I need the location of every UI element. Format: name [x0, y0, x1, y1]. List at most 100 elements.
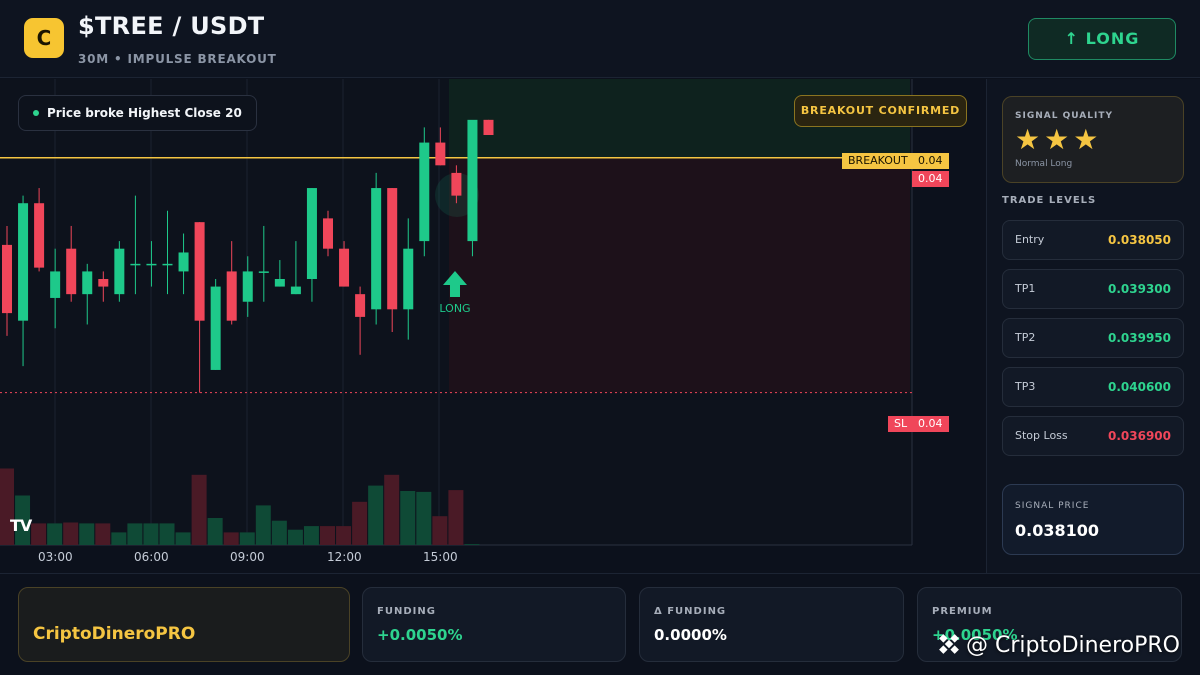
- signal-quality-card: SIGNAL QUALITY ★★★ Normal Long: [1002, 96, 1184, 183]
- long-signal-button[interactable]: ↑ LONG: [1028, 18, 1176, 60]
- funding-card: FUNDING +0.0050%: [362, 587, 626, 662]
- candle-body: [339, 248, 350, 287]
- volume-bar: [400, 491, 416, 545]
- volume-bar: [127, 523, 143, 545]
- time-axis-label: 06:00: [134, 550, 169, 564]
- candle-body: [467, 119, 478, 242]
- volume-bar: [448, 490, 464, 545]
- volume-bar: [416, 491, 432, 545]
- volume-bar: [63, 522, 79, 545]
- candle-body: [178, 252, 189, 272]
- stat-title: PREMIUM: [932, 606, 993, 617]
- breakout-label: BREAKOUT: [842, 153, 914, 169]
- timeframe-subtitle: 30M • IMPULSE BREAKOUT: [78, 52, 277, 66]
- candle-body: [34, 203, 45, 268]
- volume-bar: [432, 516, 448, 545]
- level-row-tp1: TP1 0.039300: [1002, 269, 1184, 309]
- signal-quality-label: Normal Long: [1015, 159, 1073, 169]
- level-label: Entry: [1015, 233, 1045, 246]
- time-axis-label: 12:00: [327, 550, 362, 564]
- brand-name: CriptoDineroPRO: [33, 624, 196, 644]
- candle-body: [2, 244, 12, 314]
- volume-bar: [143, 523, 159, 545]
- volume-bar: [111, 532, 127, 545]
- signal-quality-title: SIGNAL QUALITY: [1015, 111, 1113, 121]
- signal-price-value: 0.038100: [1015, 521, 1100, 540]
- delta-funding-card: Δ FUNDING 0.0000%: [639, 587, 904, 662]
- signal-price-title: SIGNAL PRICE: [1015, 501, 1090, 511]
- binance-logo-icon: [939, 634, 959, 654]
- level-row-entry: Entry 0.038050: [1002, 220, 1184, 260]
- volume-bar: [320, 526, 335, 545]
- volume-bar: [368, 485, 384, 545]
- volume-bar: [47, 523, 63, 545]
- candle-body: [387, 188, 398, 310]
- level-value: 0.039300: [1107, 282, 1171, 296]
- price-break-text: Price broke Highest Close 20: [47, 106, 242, 120]
- time-axis-label: 15:00: [423, 550, 458, 564]
- level-value: 0.036900: [1107, 429, 1171, 443]
- time-axis-label: 03:00: [38, 550, 73, 564]
- volume-bar: [255, 505, 271, 545]
- candle-body: [403, 248, 414, 310]
- watermark-text: @ CriptoDineroPRO: [966, 633, 1180, 658]
- volume-bar: [336, 526, 352, 545]
- stat-value: +0.0050%: [377, 626, 463, 644]
- price-break-note: Price broke Highest Close 20: [18, 95, 257, 131]
- level-value: 0.039950: [1107, 331, 1171, 345]
- volume-bar: [464, 544, 480, 545]
- volume-bar: [239, 532, 255, 545]
- candle-body: [162, 263, 173, 266]
- breakout-value-tag: 0.04: [912, 153, 949, 169]
- volume-bar: [175, 532, 191, 545]
- trade-levels-title: TRADE LEVELS: [1002, 195, 1097, 206]
- sl-label: SL: [888, 416, 914, 432]
- candle-body: [323, 218, 333, 249]
- volume-bar: [223, 532, 239, 545]
- candle-body: [451, 172, 462, 196]
- stat-title: FUNDING: [377, 606, 436, 617]
- tradingview-logo: TV: [10, 516, 32, 535]
- candle-body: [210, 286, 221, 370]
- volume-bar: [352, 501, 368, 545]
- candle-body: [98, 279, 109, 287]
- volume-bar: [271, 520, 287, 545]
- volume-bar: [384, 474, 400, 545]
- level-label: Stop Loss: [1015, 429, 1068, 442]
- candle-body: [419, 142, 430, 242]
- candlestick-chart: LONG: [0, 79, 913, 546]
- candle-body: [435, 142, 446, 166]
- pair-title: $TREE / USDT: [78, 12, 265, 40]
- risk-zone: [449, 157, 910, 393]
- candle-body: [66, 248, 77, 295]
- candle-body: [242, 271, 253, 302]
- candle-body: [483, 119, 494, 135]
- level-row-tp3: TP3 0.040600: [1002, 367, 1184, 407]
- candle-body: [290, 286, 301, 295]
- status-dot-icon: [33, 109, 39, 116]
- volume-bar: [95, 523, 111, 545]
- breakout-confirmed-badge: BREAKOUT CONFIRMED: [794, 95, 967, 127]
- volume-bar: [191, 474, 207, 545]
- volume-bar: [207, 518, 223, 545]
- candle-body: [306, 188, 317, 279]
- volume-bar: [31, 523, 47, 545]
- candle-body: [258, 271, 269, 273]
- current-price-tag: 0.04: [912, 171, 949, 187]
- level-row-stop-loss: Stop Loss 0.036900: [1002, 416, 1184, 456]
- sl-value-tag: 0.04: [912, 416, 949, 432]
- candle-body: [82, 271, 93, 295]
- candle-body: [194, 222, 205, 321]
- star-rating-icon: ★★★: [1015, 123, 1103, 156]
- long-signal-label: LONG: [439, 302, 470, 315]
- stat-title: Δ FUNDING: [654, 606, 727, 617]
- level-value: 0.040600: [1107, 380, 1171, 394]
- candle-body: [146, 263, 157, 266]
- price-chart[interactable]: LONG: [0, 79, 985, 573]
- candle-body: [50, 271, 61, 298]
- candle-body: [226, 271, 237, 321]
- level-label: TP1: [1015, 282, 1036, 295]
- candle-body: [130, 263, 141, 266]
- volume-bar: [303, 526, 319, 545]
- app-logo: C: [24, 18, 64, 58]
